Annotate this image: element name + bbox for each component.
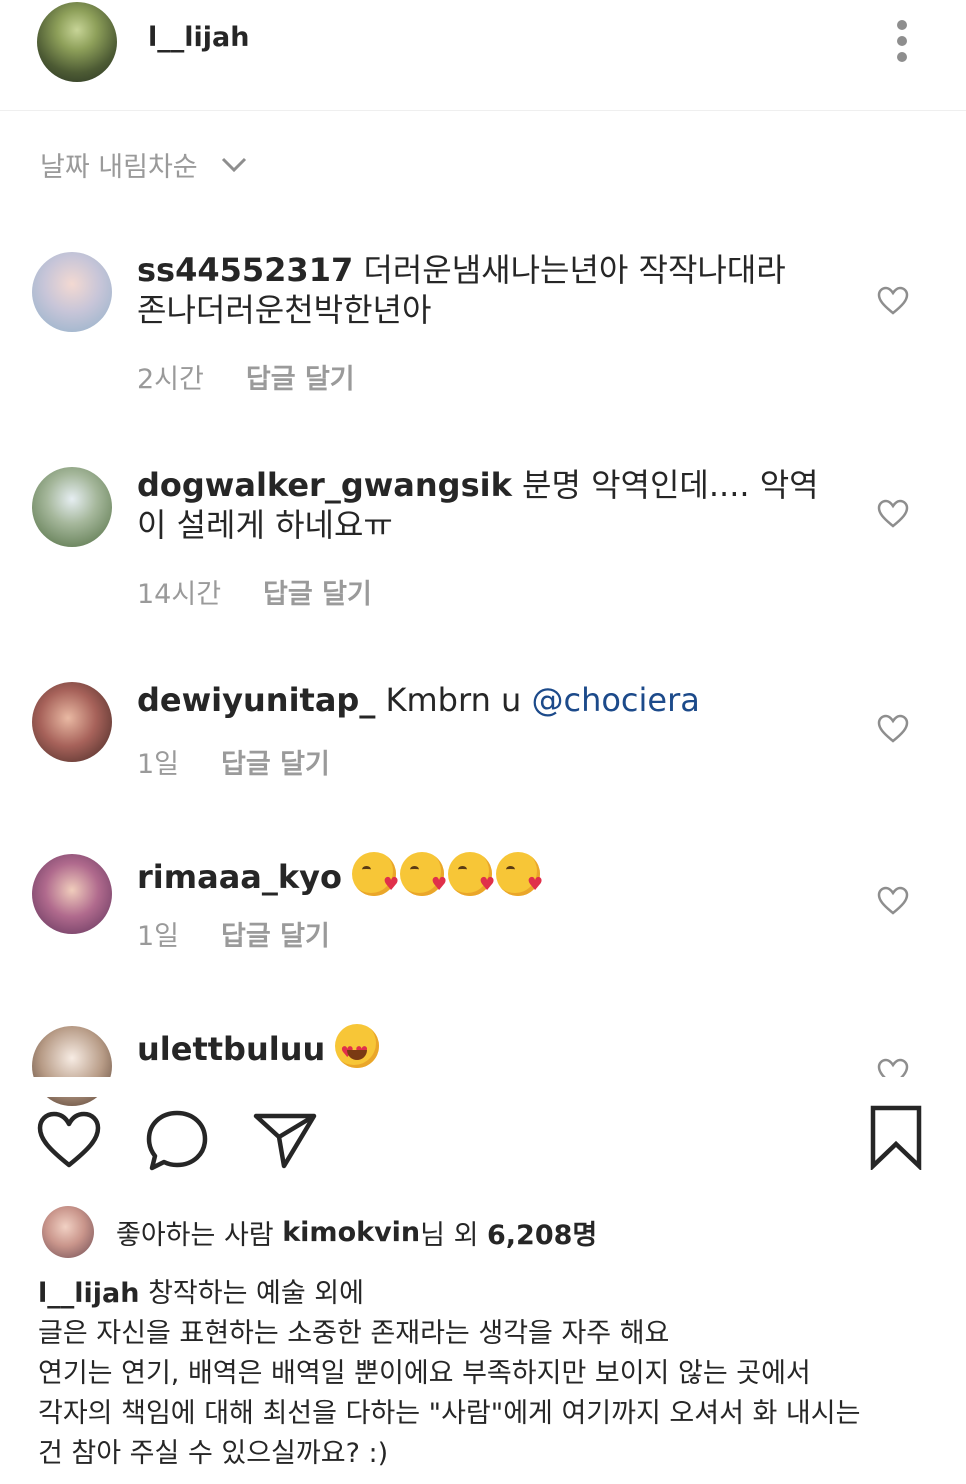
sort-label: 날짜 내림차순 — [40, 152, 198, 183]
liker-username[interactable]: kimokvin — [282, 1217, 420, 1248]
comment-text: rimaaa_kyo — [137, 852, 827, 897]
comment-time: 2시간 — [137, 364, 204, 395]
comment-time: 14시간 — [137, 579, 222, 610]
comments-scroll-edge — [0, 1077, 966, 1097]
smiling-face-with-heart-eyes-icon — [335, 1024, 380, 1072]
likes-summary[interactable]: 좋아하는 사람 kimokvin 님 외 6,208명 — [42, 1205, 597, 1259]
likes-count[interactable]: 6,208명 — [487, 1213, 597, 1252]
reply-button[interactable]: 답글 달기 — [221, 749, 330, 780]
commenter-avatar[interactable] — [32, 467, 112, 547]
likes-suffix: 님 외 — [420, 1219, 479, 1251]
commenter-username[interactable]: dogwalker_gwangsik — [137, 466, 512, 504]
action-bar — [0, 1100, 966, 1180]
comment-text: ss44552317 더러운냄새나는년아 작작나대라 존나더러운천박한년아 — [137, 250, 827, 330]
caption-username[interactable]: l__lijah — [38, 1278, 139, 1309]
reply-button[interactable]: 답글 달기 — [221, 921, 330, 952]
sort-dropdown[interactable]: 날짜 내림차순 — [40, 145, 248, 184]
reply-button[interactable]: 답글 달기 — [263, 579, 372, 610]
caption-line: 창작하는 예술 외에 — [148, 1278, 364, 1309]
commenter-avatar[interactable] — [32, 682, 112, 762]
post-caption: l__lijah 창작하는 예술 외에 글은 자신을 표현하는 소중한 존재라는… — [38, 1274, 938, 1474]
commenter-username[interactable]: ss44552317 — [137, 251, 353, 289]
comment-text: dogwalker_gwangsik 분명 악역인데.... 악역 이 설레게 … — [137, 465, 827, 545]
caption-line: 건 참아 주실 수 있으실까요? :) — [38, 1438, 389, 1469]
face-blowing-kiss-icon — [448, 852, 495, 896]
more-vertical-icon[interactable] — [892, 20, 912, 64]
post-header: l__lijah — [0, 0, 966, 111]
caption-line: 연기는 연기, 배역은 배역일 뿐이에요 부족하지만 보이지 않는 곳에서 — [38, 1358, 811, 1389]
commenter-avatar[interactable] — [32, 854, 112, 934]
comment-meta: 14시간 답글 달기 — [137, 572, 372, 611]
comment-time: 1일 — [137, 921, 180, 952]
like-heart-icon[interactable] — [877, 714, 909, 744]
heart-icon[interactable] — [36, 1110, 102, 1170]
comment-body-line2: 이 설레게 하네요ㅠ — [137, 506, 393, 544]
likes-prefix: 좋아하는 사람 — [116, 1219, 274, 1251]
commenter-avatar[interactable] — [32, 252, 112, 332]
like-heart-icon[interactable] — [877, 499, 909, 529]
face-blowing-kiss-icon — [352, 852, 399, 896]
commenter-username[interactable]: rimaaa_kyo — [137, 858, 342, 896]
comment-text: dewiyunitap_ Kmbrn u @chociera — [137, 680, 827, 720]
comment-meta: 1일 답글 달기 — [137, 914, 330, 953]
face-blowing-kiss-icon — [400, 852, 447, 896]
bookmark-icon[interactable] — [868, 1104, 924, 1170]
comment-icon[interactable] — [144, 1108, 210, 1172]
caption-line: 글은 자신을 표현하는 소중한 존재라는 생각을 자주 해요 — [38, 1318, 670, 1349]
share-icon[interactable] — [252, 1110, 318, 1170]
commenter-username[interactable]: ulettbuluu — [137, 1030, 325, 1068]
comment-text: ulettbuluu — [137, 1024, 827, 1072]
comment-body: 더러운냄새나는년아 작작나대라 — [363, 251, 786, 289]
comment-body-line2: 존나더러운천박한년아 — [137, 291, 432, 329]
liker-avatar — [42, 1206, 94, 1258]
comment-time: 1일 — [137, 749, 180, 780]
like-heart-icon[interactable] — [877, 886, 909, 916]
comment-meta: 2시간 답글 달기 — [137, 357, 355, 396]
like-heart-icon[interactable] — [877, 286, 909, 316]
commenter-username[interactable]: dewiyunitap_ — [137, 681, 375, 719]
comment-meta: 1일 답글 달기 — [137, 742, 330, 781]
reply-button[interactable]: 답글 달기 — [246, 364, 355, 395]
caption-line: 각자의 책임에 대해 최선을 다하는 "사람"에게 여기까지 오셔서 화 내시는 — [38, 1398, 861, 1429]
author-avatar[interactable] — [37, 2, 117, 82]
chevron-down-icon — [221, 157, 246, 172]
comment-body: 분명 악역인데.... 악역 — [522, 466, 819, 504]
mention-link[interactable]: @chociera — [531, 681, 699, 719]
face-blowing-kiss-icon — [496, 852, 543, 896]
author-username[interactable]: l__lijah — [148, 22, 249, 53]
comment-body: Kmbrn u — [385, 681, 522, 719]
